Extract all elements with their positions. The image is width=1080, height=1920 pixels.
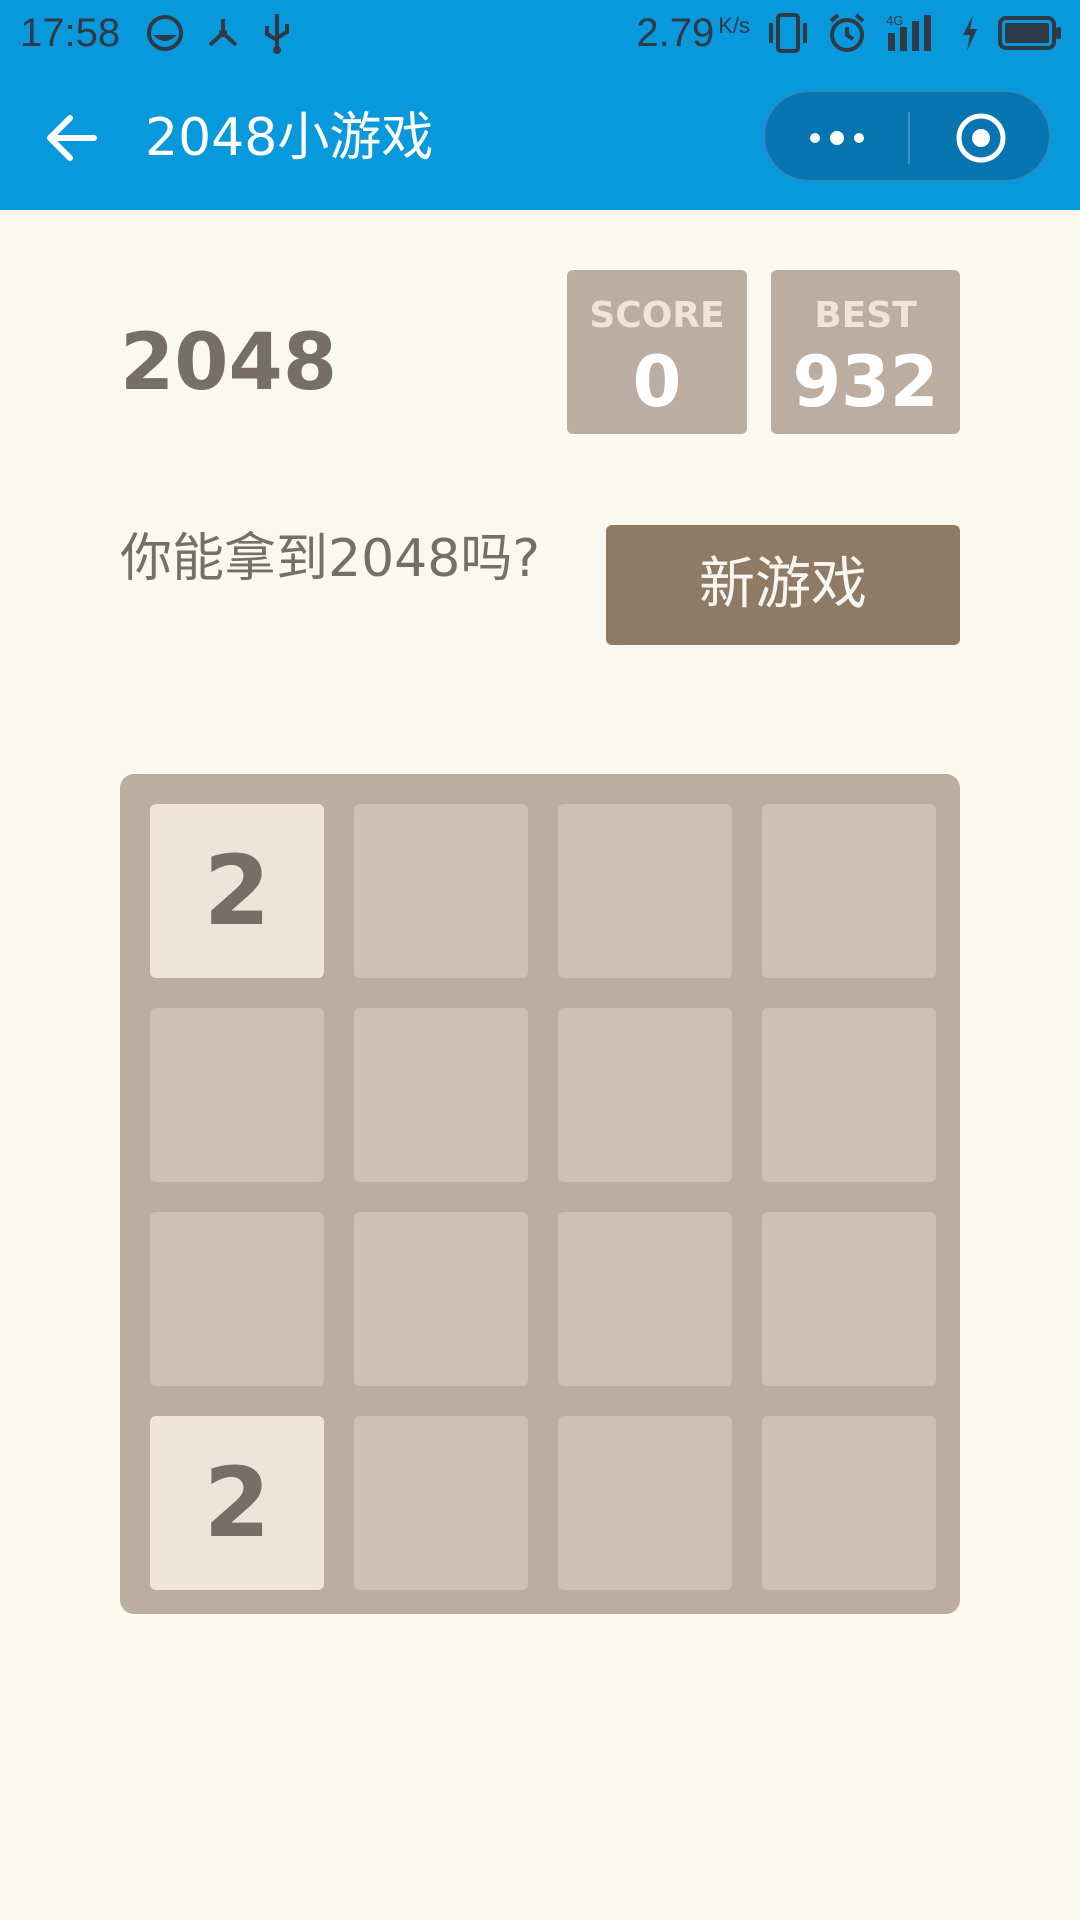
- best-box: BEST 932: [771, 270, 960, 434]
- battery-icon: [998, 16, 1061, 50]
- best-value: 932: [792, 341, 939, 423]
- grid-cell: [558, 804, 732, 978]
- grid-cell: [762, 804, 936, 978]
- speed-unit: K/s: [718, 12, 750, 38]
- alarm-icon: [829, 13, 865, 52]
- best-label: BEST: [814, 295, 917, 336]
- close-target-icon[interactable]: [955, 112, 1007, 164]
- grid-cell: [354, 1008, 528, 1182]
- speed-value: 2.79: [636, 10, 715, 55]
- back-arrow-icon[interactable]: [42, 106, 106, 170]
- grid-cell: [762, 1416, 936, 1590]
- tagline: 你能拿到2048吗?: [120, 529, 540, 589]
- more-dots-icon[interactable]: [805, 112, 869, 164]
- game-title: 2048: [120, 318, 338, 408]
- new-game-button[interactable]: 新游戏: [606, 525, 960, 645]
- grid-cell: [558, 1008, 732, 1182]
- status-time: 17:58: [20, 11, 121, 55]
- grid-cell: [150, 1212, 324, 1386]
- signal-4g-icon: 4G: [886, 13, 931, 51]
- grid-cell: [354, 1416, 528, 1590]
- usb-icon: [265, 14, 289, 54]
- app-notification-icon: [147, 15, 183, 51]
- grid-cell: [150, 1008, 324, 1182]
- tile-2: 2: [150, 804, 324, 978]
- tile-2: 2: [150, 1416, 324, 1590]
- grid-cell: [762, 1008, 936, 1182]
- grid-cell: [558, 1212, 732, 1386]
- game-board[interactable]: 22: [120, 774, 960, 1614]
- charging-icon: [963, 15, 977, 51]
- status-bar: 17:58 2.79 K/s 4G: [0, 0, 1080, 66]
- share-network-icon: [208, 19, 238, 47]
- capsule-divider: [908, 112, 910, 164]
- network-type: 4G: [886, 13, 903, 28]
- app-bar: 2048小游戏: [0, 66, 1080, 210]
- network-speed: 2.79 K/s: [636, 11, 750, 56]
- grid-cell: [354, 1212, 528, 1386]
- grid-cell: [558, 1416, 732, 1590]
- mini-program-capsule: [763, 90, 1051, 182]
- score-value: 0: [632, 341, 682, 423]
- app-title: 2048小游戏: [145, 108, 434, 168]
- vibrate-icon: [769, 13, 807, 53]
- score-label: SCORE: [589, 295, 725, 336]
- grid-cell: [354, 804, 528, 978]
- status-left-icons: [145, 10, 293, 56]
- score-box: SCORE 0: [567, 270, 747, 434]
- grid-cell: [762, 1212, 936, 1386]
- status-right-icons: 2.79 K/s 4G: [636, 8, 1062, 58]
